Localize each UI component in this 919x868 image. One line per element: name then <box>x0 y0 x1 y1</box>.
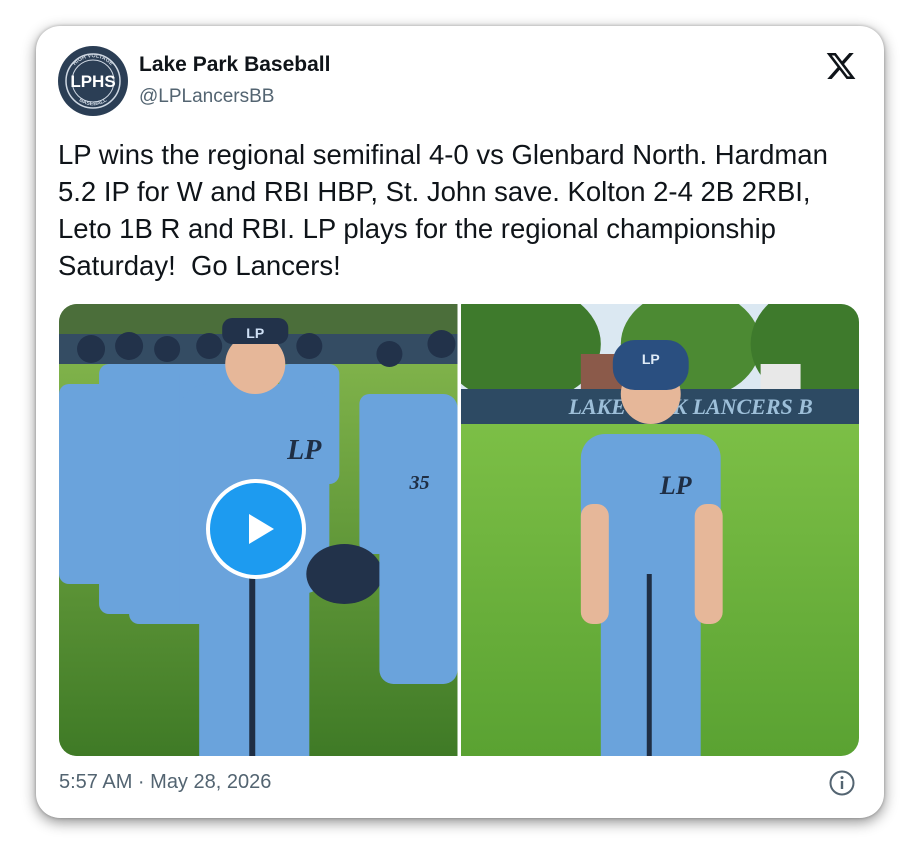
fence-banner: LAKE PARK LANCERS B <box>567 394 812 419</box>
jersey-logo: LP <box>286 435 322 466</box>
tweet-card: LPHS HIGH VOLTAGE BASEBALL Lake Park Bas… <box>36 26 884 818</box>
tweet-text: LP wins the regional semifinal 4-0 vs Gl… <box>58 139 836 281</box>
player-photo-image: LAKE PARK LANCERS B LP LP <box>460 304 859 756</box>
cap-logo: LP <box>246 325 264 341</box>
avatar[interactable]: LPHS HIGH VOLTAGE BASEBALL <box>58 46 128 116</box>
photo-thumbnail[interactable]: LAKE PARK LANCERS B LP LP <box>460 304 859 756</box>
photo-cap-logo: LP <box>641 351 659 367</box>
jersey-number: 35 <box>408 472 429 494</box>
video-thumbnail[interactable]: LP LP 35 <box>59 304 458 756</box>
timestamp[interactable]: 5:57 AM · May 28, 2026 <box>59 771 271 794</box>
author-name[interactable]: Lake Park Baseball <box>139 53 330 77</box>
photo-jersey-logo: LP <box>658 471 692 500</box>
author-handle[interactable]: @LPLancersBB <box>139 86 274 108</box>
media-grid: LP LP 35 LAKE PARK LANCERS B LP LP <box>59 304 859 756</box>
x-logo-icon[interactable] <box>824 50 858 82</box>
play-icon <box>249 514 274 544</box>
play-button[interactable] <box>206 479 306 579</box>
info-icon[interactable] <box>828 769 856 797</box>
lphs-logo: LPHS HIGH VOLTAGE BASEBALL <box>60 48 126 114</box>
avatar-logo-text: LPHS <box>70 72 115 91</box>
